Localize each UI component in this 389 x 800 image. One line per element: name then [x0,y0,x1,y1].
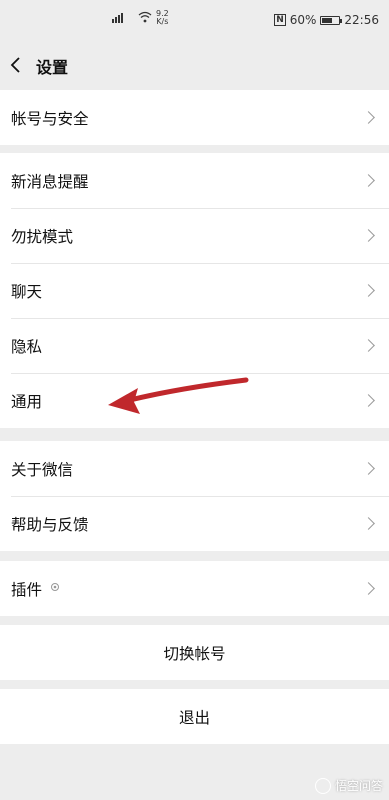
chevron-right-icon [362,462,375,475]
item-label: 新消息提醒 [11,172,89,191]
item-label: 通用 [11,392,43,411]
battery-fill [322,17,332,23]
settings-item-notifications[interactable]: 新消息提醒 [0,153,389,208]
status-bar: 9.2 K/s N 60% 22:56 [0,0,389,42]
nav-header: 设置 [0,42,389,90]
chevron-right-icon [362,174,375,187]
group-switch-account: 切换帐号 [0,625,389,680]
settings-item-chat[interactable]: 聊天 [0,263,389,318]
wukong-logo-icon [314,777,331,794]
settings-item-help-feedback[interactable]: 帮助与反馈 [0,496,389,551]
settings-item-do-not-disturb[interactable]: 勿扰模式 [0,208,389,263]
back-button[interactable] [10,54,26,78]
group-plugins: 插件 [0,561,389,616]
item-label: 勿扰模式 [11,227,74,246]
page-title: 设置 [36,58,69,77]
watermark: 悟空问答 [314,777,383,794]
item-label: 关于微信 [11,460,74,479]
status-network: 9.2 K/s [112,10,169,26]
wifi-icon [138,11,152,26]
settings-item-privacy[interactable]: 隐私 [0,318,389,373]
group-account: 帐号与安全 [0,90,389,145]
group-about: 关于微信 帮助与反馈 [0,441,389,551]
chevron-right-icon [362,517,375,530]
item-label: 帮助与反馈 [11,515,89,534]
plugin-badge-icon [50,582,60,595]
switch-account-label: 切换帐号 [163,644,226,663]
chevron-right-icon [362,229,375,242]
signal-icon [112,11,134,26]
group-logout: 退出 [0,689,389,744]
logout-button[interactable]: 退出 [0,689,389,744]
battery-icon [320,15,343,25]
annotation-arrow-icon [108,377,249,414]
item-label: 隐私 [11,337,43,356]
item-label: 插件 [11,580,43,599]
chevron-right-icon [362,339,375,352]
clock: 22:56 [344,13,379,27]
chevron-right-icon [362,284,375,297]
item-label: 聊天 [11,282,43,301]
chevron-right-icon [362,111,375,124]
back-arrow-icon [10,57,20,73]
item-label: 帐号与安全 [11,109,89,128]
nfc-icon: N [274,14,286,26]
settings-item-account-security[interactable]: 帐号与安全 [0,90,389,145]
status-right: N 60% 22:56 [274,13,379,27]
settings-item-about[interactable]: 关于微信 [0,441,389,496]
chevron-right-icon [362,394,375,407]
chevron-right-icon [362,582,375,595]
net-speed-unit: K/s [156,17,169,26]
settings-item-plugins[interactable]: 插件 [0,561,389,616]
watermark-text: 悟空问答 [334,779,383,793]
net-speed: 9.2 K/s [156,10,169,26]
battery-percent: 60% [289,13,317,27]
switch-account-button[interactable]: 切换帐号 [0,625,389,680]
logout-label: 退出 [178,708,210,727]
